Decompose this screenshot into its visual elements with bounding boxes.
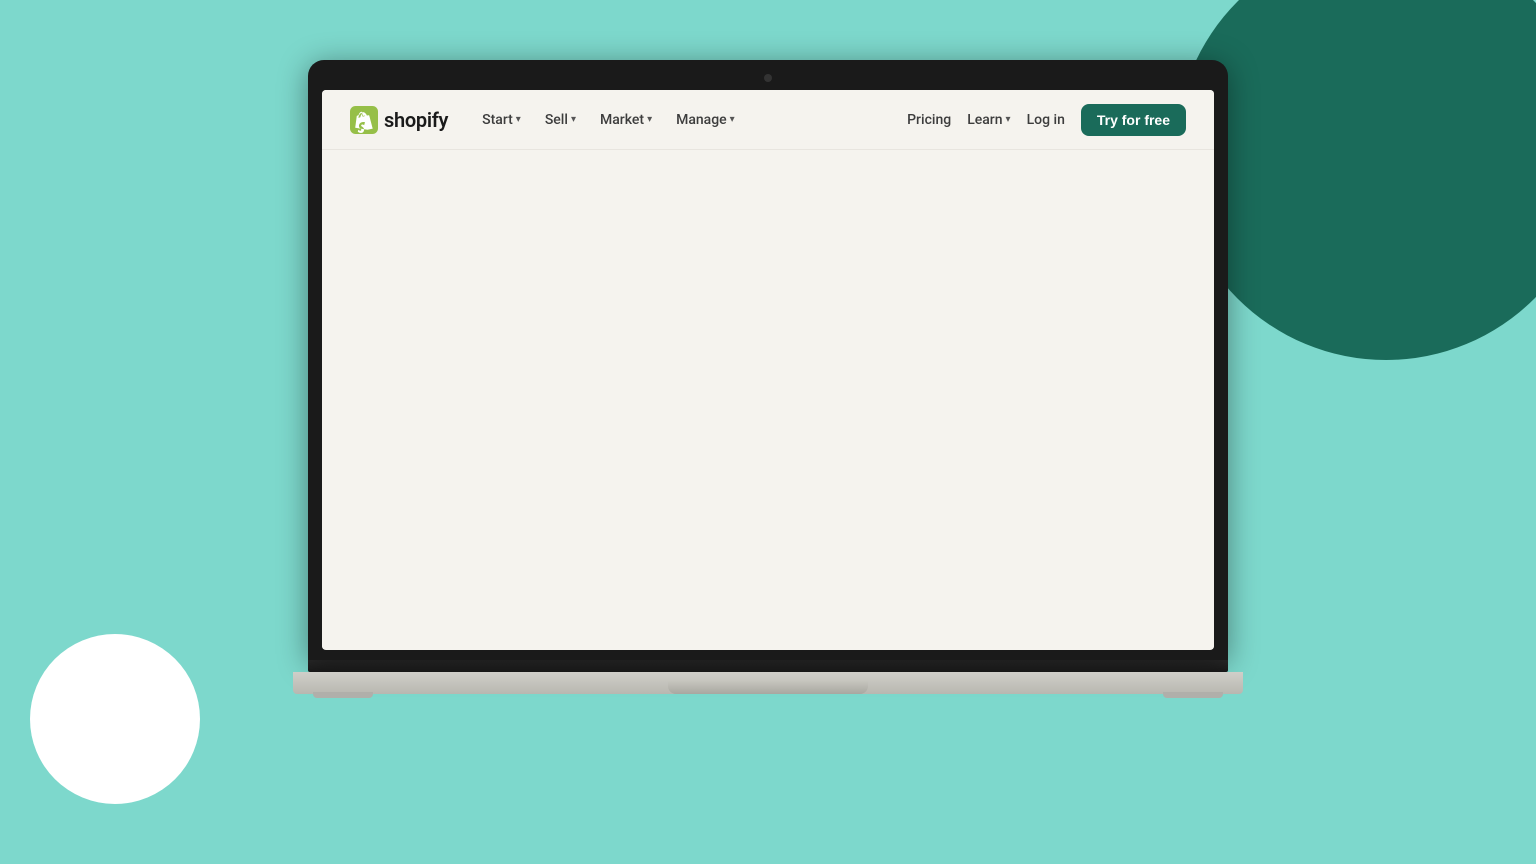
screen-content	[322, 150, 1214, 649]
nav-item-manage[interactable]: Manage ▾	[666, 106, 745, 134]
nav-link-login[interactable]: Log in	[1027, 112, 1065, 128]
nav-link-learn[interactable]: Learn ▾	[967, 112, 1010, 128]
chevron-down-icon: ▾	[730, 114, 735, 125]
laptop-body: shopify Start ▾ Sell ▾ Market	[308, 60, 1228, 660]
laptop-foot-right	[1163, 692, 1223, 698]
shopify-bag-icon	[350, 106, 378, 134]
laptop-mockup: shopify Start ▾ Sell ▾ Market	[293, 60, 1243, 694]
nav-link-pricing[interactable]: Pricing	[907, 112, 951, 128]
nav-item-start[interactable]: Start ▾	[472, 106, 531, 134]
laptop-stand	[668, 680, 868, 694]
browser-navbar: shopify Start ▾ Sell ▾ Market	[322, 90, 1214, 150]
nav-menu-left: Start ▾ Sell ▾ Market ▾ Manage	[472, 106, 745, 134]
chevron-down-icon: ▾	[571, 114, 576, 125]
laptop-camera	[764, 74, 772, 82]
laptop-base	[293, 672, 1243, 694]
nav-item-sell[interactable]: Sell ▾	[535, 106, 586, 134]
chevron-down-icon: ▾	[1006, 114, 1011, 125]
nav-item-market[interactable]: Market ▾	[590, 106, 662, 134]
chevron-down-icon: ▾	[647, 114, 652, 125]
nav-right: Pricing Learn ▾ Log in Try for free	[907, 104, 1186, 136]
laptop-hinge	[308, 660, 1228, 672]
laptop-foot-left	[313, 692, 373, 698]
shopify-logo[interactable]: shopify	[350, 106, 448, 134]
decorative-circle-bottom-left	[30, 634, 200, 804]
chevron-down-icon: ▾	[516, 114, 521, 125]
nav-left: shopify Start ▾ Sell ▾ Market	[350, 106, 745, 134]
logo-text: shopify	[384, 108, 448, 132]
laptop-screen: shopify Start ▾ Sell ▾ Market	[322, 90, 1214, 650]
try-free-button[interactable]: Try for free	[1081, 104, 1186, 136]
